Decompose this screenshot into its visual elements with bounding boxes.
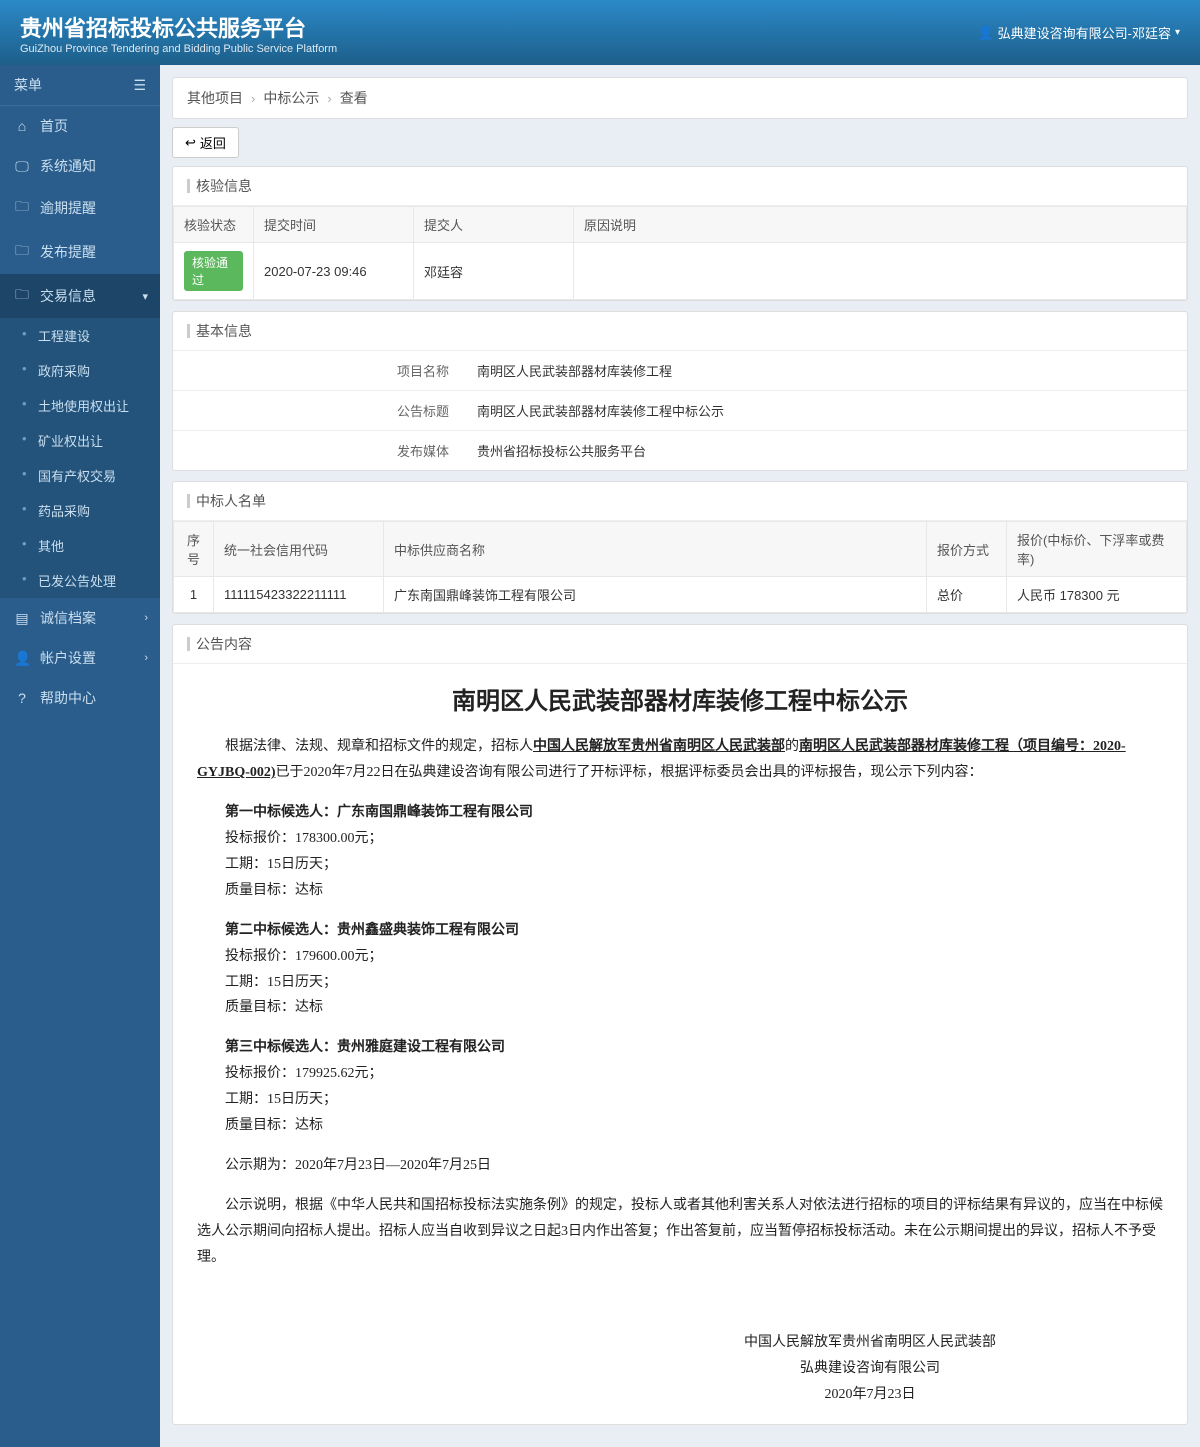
signature: 中国人民解放军贵州省南明区人民武装部 弘典建设咨询有限公司 2020年7月23日 — [577, 1330, 1163, 1408]
panel-verify: 核验信息 核验状态 提交时间 提交人 原因说明 核验通过 2020-07-23 … — [172, 166, 1188, 301]
announce-heading: 南明区人民武装部器材库装修工程中标公示 — [197, 680, 1163, 724]
menu-label: 菜单 — [14, 75, 42, 95]
nav-help[interactable]: ?帮助中心 — [0, 678, 160, 718]
info-row: 发布媒体贵州省招标投标公共服务平台 — [173, 431, 1187, 470]
submenu-trade: 工程建设 政府采购 土地使用权出让 矿业权出让 国有产权交易 药品采购 其他 已… — [0, 318, 160, 598]
nav-publish[interactable]: 🗀发布提醒 — [0, 230, 160, 274]
sidebar: 菜单 ☰ ⌂首页 🖵系统通知 🗀逾期提醒 🗀发布提醒 🗀交易信息▾ 工程建设 政… — [0, 65, 160, 1447]
caret-down-icon: ▾ — [1175, 27, 1180, 38]
nav-overdue[interactable]: 🗀逾期提醒 — [0, 186, 160, 230]
chevron-right-icon: › — [327, 91, 331, 106]
back-button[interactable]: ↩ 返回 — [172, 127, 239, 158]
sub-published[interactable]: 已发公告处理 — [0, 563, 160, 598]
menu-toggle-icon[interactable]: ☰ — [133, 77, 146, 94]
nav-credit[interactable]: ▤诚信档案› — [0, 598, 160, 638]
nav-account[interactable]: 👤帐户设置› — [0, 638, 160, 678]
chevron-down-icon: ▾ — [142, 290, 148, 303]
sub-drug[interactable]: 药品采购 — [0, 493, 160, 528]
status-badge: 核验通过 — [184, 251, 243, 291]
folder-icon: 🗀 — [14, 196, 30, 220]
panel-content: 公告内容 南明区人民武装部器材库装修工程中标公示 根据法律、法规、规章和招标文件… — [172, 624, 1188, 1425]
candidate-3: 第三中标候选人：贵州雅庭建设工程有限公司 投标报价：179925.62元； 工期… — [197, 1035, 1163, 1139]
crumb-2[interactable]: 中标公示 — [263, 88, 319, 108]
crumb-1[interactable]: 其他项目 — [187, 88, 243, 108]
panel-basic-title: 基本信息 — [173, 312, 1187, 351]
publicity-period: 公示期为：2020年7月23日—2020年7月25日 — [197, 1153, 1163, 1179]
monitor-icon: 🖵 — [14, 158, 30, 175]
app-subtitle: GuiZhou Province Tendering and Bidding P… — [20, 43, 337, 55]
info-row: 公告标题南明区人民武装部器材库装修工程中标公示 — [173, 391, 1187, 431]
sub-gov[interactable]: 政府采购 — [0, 353, 160, 388]
breadcrumb: 其他项目 › 中标公示 › 查看 — [172, 77, 1188, 119]
announce-intro: 根据法律、法规、规章和招标文件的规定，招标人中国人民解放军贵州省南明区人民武装部… — [197, 734, 1163, 786]
folder-icon: 🗀 — [14, 284, 30, 308]
sub-land[interactable]: 土地使用权出让 — [0, 388, 160, 423]
crumb-3[interactable]: 查看 — [340, 88, 368, 108]
help-icon: ? — [14, 690, 30, 706]
panel-content-title: 公告内容 — [173, 625, 1187, 664]
panel-verify-title: 核验信息 — [173, 167, 1187, 206]
verify-table: 核验状态 提交时间 提交人 原因说明 核验通过 2020-07-23 09:46… — [173, 206, 1187, 300]
user-menu[interactable]: 👤 弘典建设咨询有限公司-邓廷容 ▾ — [977, 23, 1180, 42]
candidate-2: 第二中标候选人：贵州鑫盛典装饰工程有限公司 投标报价：179600.00元； 工… — [197, 918, 1163, 1022]
return-icon: ↩ — [185, 135, 196, 151]
announcement-body: 南明区人民武装部器材库装修工程中标公示 根据法律、法规、规章和招标文件的规定，招… — [173, 664, 1187, 1424]
list-icon: ▤ — [14, 610, 30, 627]
folder-icon: 🗀 — [14, 240, 30, 264]
app-header: 贵州省招标投标公共服务平台 GuiZhou Province Tendering… — [0, 0, 1200, 65]
info-row: 项目名称南明区人民武装部器材库装修工程 — [173, 351, 1187, 391]
panel-basic: 基本信息 项目名称南明区人民武装部器材库装修工程 公告标题南明区人民武装部器材库… — [172, 311, 1188, 471]
table-row: 1 111115423322211111 广东南国鼎峰装饰工程有限公司 总价 人… — [174, 577, 1187, 613]
sub-construction[interactable]: 工程建设 — [0, 318, 160, 353]
sub-state[interactable]: 国有产权交易 — [0, 458, 160, 493]
sub-other[interactable]: 其他 — [0, 528, 160, 563]
user-icon: 👤 — [977, 25, 993, 41]
candidate-1: 第一中标候选人：广东南国鼎峰装饰工程有限公司 投标报价：178300.00元； … — [197, 800, 1163, 904]
sub-mining[interactable]: 矿业权出让 — [0, 423, 160, 458]
chevron-right-icon: › — [144, 652, 148, 664]
nav-trade[interactable]: 🗀交易信息▾ — [0, 274, 160, 318]
chevron-right-icon: › — [251, 91, 255, 106]
user-icon: 👤 — [14, 650, 30, 667]
home-icon: ⌂ — [14, 118, 30, 134]
winners-table: 序号 统一社会信用代码 中标供应商名称 报价方式 报价(中标价、下浮率或费率) … — [173, 521, 1187, 613]
panel-winners-title: 中标人名单 — [173, 482, 1187, 521]
chevron-right-icon: › — [144, 612, 148, 624]
nav-home[interactable]: ⌂首页 — [0, 106, 160, 146]
app-title: 贵州省招标投标公共服务平台 — [20, 11, 337, 43]
panel-winners: 中标人名单 序号 统一社会信用代码 中标供应商名称 报价方式 报价(中标价、下浮… — [172, 481, 1188, 614]
main-content: 其他项目 › 中标公示 › 查看 ↩ 返回 核验信息 核验状态 提交时间 提交人… — [160, 65, 1200, 1447]
nav-notice[interactable]: 🖵系统通知 — [0, 146, 160, 186]
table-row: 核验通过 2020-07-23 09:46 邓廷容 — [174, 243, 1187, 300]
publicity-note: 公示说明，根据《中华人民共和国招标投标法实施条例》的规定，投标人或者其他利害关系… — [197, 1193, 1163, 1271]
